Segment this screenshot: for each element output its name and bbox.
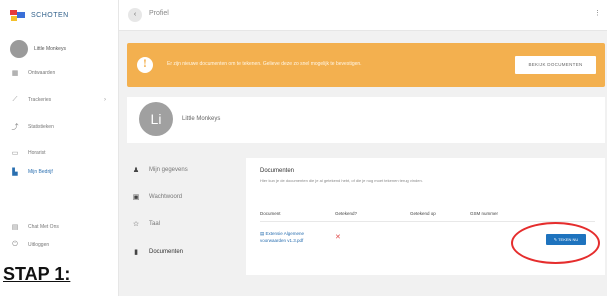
sidebar-item-statistieken[interactable]: ⤴ Statistieken (0, 118, 118, 136)
profile-menu-documenten[interactable]: ▮ Documenten (131, 248, 183, 256)
sidebar-item-label: Horarist (28, 150, 46, 156)
view-documents-button[interactable]: BEKIJK DOCUMENTEN (515, 56, 596, 74)
column-header-gsm: GSM nummer (470, 211, 499, 216)
lock-icon: ▣ (132, 194, 140, 201)
power-icon: ⏻ (12, 241, 18, 248)
back-button[interactable]: ‹ (128, 8, 142, 22)
profile-card: Li Little Monkeys (127, 97, 605, 143)
document-link[interactable]: ▤ Extensie Algemene voorwaarden v1.3.pdf (260, 230, 322, 244)
avatar (10, 40, 28, 58)
user-icon: ♟ (132, 167, 140, 174)
profile-name: Little Monkeys (182, 116, 221, 122)
document-name: Extensie Algemene voorwaarden v1.3.pdf (260, 231, 305, 243)
sidebar-item-label: Uitloggen (28, 242, 50, 248)
user-name: Little Monkeys (34, 46, 66, 52)
sidebar-item-mijn-bedrijf[interactable]: ▙ Mijn Bedrijf (0, 163, 118, 181)
profile-menu-wachtwoord[interactable]: ▣ Wachtwoord (131, 193, 182, 201)
sidebar-item-label: Statistieken (28, 124, 54, 130)
profile-menu-label: Mijn gegevens (149, 167, 188, 173)
topbar: ‹ Profiel ⋮ (119, 0, 607, 31)
grid-icon: ▦ (11, 70, 19, 77)
brand-logo-icon (10, 9, 25, 21)
banner-message: Er zijn nieuwe documenten om te tekenen.… (167, 61, 362, 67)
trend-icon: ⤴ (11, 124, 19, 131)
chart-icon: ⟋ (12, 96, 18, 103)
sidebar-item-chat[interactable]: ▤ Chat Met Ons (0, 218, 118, 236)
sidebar-item-label: Trackeries (28, 97, 52, 103)
sidebar-item-label: Mijn Bedrijf (28, 169, 53, 175)
more-menu-icon[interactable]: ⋮ (594, 9, 601, 17)
avatar: Li (139, 102, 173, 136)
user-profile[interactable]: Little Monkeys (0, 32, 118, 66)
chevron-right-icon: › (104, 97, 106, 103)
column-header-document: Document (260, 211, 281, 216)
sidebar-item-label: Ontwaarden (28, 70, 56, 76)
profile-menu-taal[interactable]: ☆ Taal (131, 220, 160, 228)
column-header-signed-on: Getekend op (410, 211, 436, 216)
profile-menu-label: Wachtwoord (149, 194, 183, 200)
warning-icon: ! (137, 57, 153, 73)
documents-title: Documenten (260, 168, 295, 174)
brand[interactable]: SCHOTEN (0, 0, 118, 30)
profile-menu-label: Taal (149, 221, 161, 227)
highlight-circle (511, 222, 600, 264)
building-icon: ▙ (12, 169, 18, 176)
documents-subtitle: Hier kun je de documenten die je al gete… (260, 178, 423, 183)
sidebar-item-label: Chat Met Ons (28, 224, 59, 230)
profile-menu-mijn-gegevens[interactable]: ♟ Mijn gegevens (131, 166, 188, 174)
calendar-icon: ▭ (11, 150, 19, 157)
page-title: Profiel (149, 10, 169, 17)
sidebar-item-horarist[interactable]: ▭ Horarist (0, 144, 118, 162)
star-icon: ☆ (132, 221, 140, 228)
chat-icon: ▤ (11, 224, 19, 231)
sidebar-item-ontwaarden[interactable]: ▦ Ontwaarden (0, 64, 118, 82)
profile-menu-label: Documenten (149, 249, 184, 255)
brand-name: SCHOTEN (31, 11, 69, 19)
document-icon: ▮ (134, 249, 138, 256)
sidebar-item-trackeries[interactable]: ⟋ Trackeries › (0, 91, 118, 109)
sidebar-item-uitloggen[interactable]: ⏻ Uitloggen (0, 236, 118, 254)
sidebar: SCHOTEN Little Monkeys ▦ Ontwaarden ⟋ Tr… (0, 0, 119, 296)
step-annotation: STAP 1: (3, 264, 71, 284)
notification-banner: ! Er zijn nieuwe documenten om te tekene… (127, 43, 605, 87)
column-header-signed: Getekend? (335, 211, 358, 216)
not-signed-icon: ✕ (335, 234, 341, 241)
